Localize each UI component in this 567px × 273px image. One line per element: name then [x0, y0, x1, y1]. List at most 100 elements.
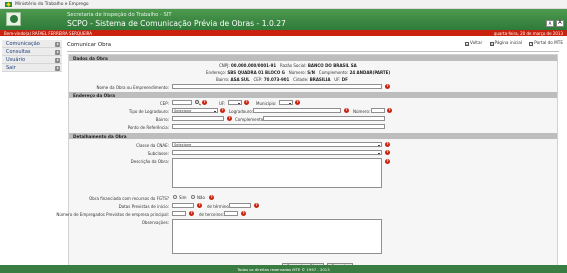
empregados-principal-input[interactable] [172, 211, 186, 216]
empregados-terceiros-input[interactable] [224, 211, 238, 216]
terceiros-label: de terceiros: [199, 212, 225, 217]
cnpj-label: CNPJ: [219, 63, 230, 68]
back-icon: ↩ [465, 41, 470, 46]
portal-link-label: Portal do MTE [534, 40, 563, 45]
app-header: Secretaria de Inspeção do Trabalho - SIT… [0, 9, 567, 30]
section-title: Endereço da Obra [73, 92, 116, 98]
help-icon[interactable]: ? [189, 211, 194, 216]
data-inicio-input[interactable] [172, 203, 194, 208]
section-endereco-obra: Endereço da Obra [69, 92, 557, 98]
data-termino-input[interactable] [229, 203, 251, 208]
uf-label: UF: [334, 77, 341, 82]
decrease-font-button[interactable]: A [546, 20, 554, 27]
ponto-referencia-input[interactable] [172, 124, 385, 129]
sidebar-menu: Comunicação Consultas Usuário Sair [2, 40, 62, 72]
municipio-select[interactable] [279, 100, 293, 105]
sidebar-item-label: Consultas [6, 49, 31, 55]
fgts-sim-radio[interactable] [173, 195, 177, 199]
user-bar: Bem-vindo(a) RAFAEL FERREIRA SERQUEIRA q… [0, 30, 567, 36]
back-link[interactable]: ↩Voltar [465, 40, 482, 46]
cep-input[interactable] [172, 100, 192, 105]
help-icon[interactable]: ? [385, 159, 390, 164]
complemento-input[interactable] [263, 116, 385, 121]
title-divider [67, 51, 559, 52]
header-subtitle: Secretaria de Inspeção do Trabalho - SIT [67, 12, 172, 18]
fgts-nao-radio[interactable] [191, 195, 195, 199]
help-icon[interactable]: ? [385, 142, 390, 147]
page-title: Comunicar Obra [67, 42, 112, 48]
uf-select[interactable] [228, 100, 242, 105]
ponto-referencia-label: Ponto de Referência: [127, 125, 169, 130]
help-icon[interactable]: ? [202, 100, 207, 105]
observacoes-textarea[interactable] [172, 219, 382, 254]
help-icon[interactable]: ? [295, 100, 300, 105]
chevron-right-icon [55, 57, 60, 63]
classe-cnae-label: Classe da CNAE: [136, 143, 169, 148]
subclasse-select[interactable] [172, 150, 382, 155]
ministry-name: Ministério do Trabalho e Emprego [15, 2, 89, 7]
endereco-value: SBS QUADRA 01 BLOCO G [227, 70, 285, 75]
home-link-label: Página inicial [494, 40, 522, 45]
help-icon[interactable]: ? [220, 108, 225, 113]
fgts-question: Obra financiada com recursos do FGTS? [89, 196, 169, 201]
cnpj-value: 00.000.000/0001-91 [231, 63, 277, 68]
brazil-flag-icon [5, 2, 12, 7]
help-icon[interactable]: ? [387, 108, 392, 113]
numero-label: Número: [353, 109, 371, 114]
data-inicio-label: Datas Previstas de início: [118, 204, 169, 209]
numero-value: S/N [307, 70, 315, 75]
footer-copyright: Todos os direitos reservados MTE © 1997 … [237, 266, 330, 272]
chevron-right-icon [55, 41, 60, 47]
logradouro-label: Logradouro: [229, 109, 254, 114]
form-panel: Dados da Obra CNPJ: 00.000.000/0001-91 R… [56, 54, 558, 273]
bairro-row: Bairro: ASA SUL CEP: 70.073-901 Cidade: … [216, 77, 348, 82]
home-link[interactable]: ⌂ Página inicial [489, 40, 522, 46]
gov-bar: Ministério do Trabalho e Emprego [0, 0, 567, 9]
observacoes-label: Observações: [141, 220, 169, 225]
portal-link[interactable]: ↗Portal do MTE [529, 40, 563, 46]
sidebar-item-consultas[interactable]: Consultas [2, 48, 62, 56]
razao-label: Razão Social: [279, 63, 307, 68]
footer: Todos os direitos reservados MTE © 1997 … [0, 265, 567, 273]
classe-cnae-select[interactable]: Selecione [172, 142, 382, 147]
bairro-input[interactable] [172, 116, 224, 121]
help-icon[interactable]: ? [209, 195, 214, 200]
help-icon[interactable]: ? [241, 211, 246, 216]
cidade-value: BRASILIA [309, 77, 331, 82]
section-dados-obra: Dados da Obra [69, 55, 557, 61]
sidebar-item-sair[interactable]: Sair [2, 64, 62, 72]
sidebar-item-usuario[interactable]: Usuário [2, 56, 62, 64]
app-title: SCPO - Sistema de Comunicação Prévia de … [67, 19, 286, 28]
endereco-row: Endereço: SBS QUADRA 01 BLOCO G Número: … [206, 70, 390, 75]
logradouro-input[interactable] [253, 108, 341, 113]
descricao-textarea[interactable] [172, 158, 382, 188]
cnpj-row: CNPJ: 00.000.000/0001-91 Razão Social: B… [219, 63, 357, 68]
section-detalhamento-obra: Detalhamento da Obra [69, 133, 557, 139]
sidebar-item-comunicacao[interactable]: Comunicação [2, 40, 62, 48]
home-icon: ⌂ [489, 41, 494, 46]
municipio-label: Município: [256, 101, 277, 106]
sidebar-item-label: Sair [6, 65, 16, 71]
nome-obra-input[interactable] [172, 84, 382, 89]
fgts-sim-label: Sim [179, 195, 187, 200]
numero-input[interactable] [371, 108, 385, 113]
empregados-label: Número de Empregados Previstos de empres… [56, 212, 169, 217]
help-icon[interactable]: ? [385, 84, 390, 89]
search-icon[interactable] [195, 100, 199, 104]
help-icon[interactable]: ? [197, 203, 202, 208]
help-icon[interactable]: ? [385, 150, 390, 155]
help-icon[interactable]: ? [244, 100, 249, 105]
sidebar-item-label: Usuário [6, 57, 26, 63]
help-icon[interactable]: ? [227, 116, 232, 121]
chevron-right-icon [55, 65, 60, 71]
top-links: ↩Voltar ⌂ Página inicial ↗Portal do MTE [459, 40, 563, 46]
tipo-logradouro-label: Tipo de Logradouro: [128, 109, 169, 114]
help-icon[interactable]: ? [344, 108, 349, 113]
data-termino-label: de término: [207, 204, 231, 209]
help-icon[interactable]: ? [254, 203, 259, 208]
uf-label: UF: [219, 101, 226, 106]
increase-font-button[interactable]: A [556, 20, 564, 27]
tipo-logradouro-select[interactable]: Selecione [172, 108, 218, 113]
bairro-label: Bairro: [216, 77, 230, 82]
section-title: Dados da Obra [73, 55, 108, 61]
